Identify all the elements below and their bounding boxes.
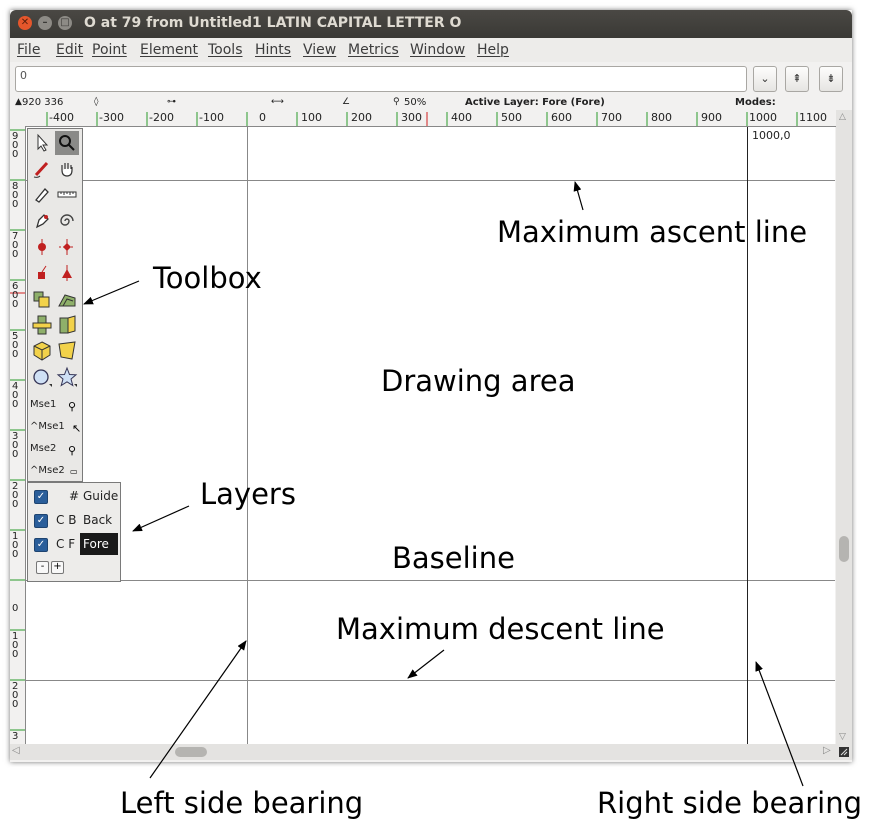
right-bearing-arrow	[755, 661, 804, 787]
toolbox-annotation: Toolbox	[153, 261, 262, 295]
right-bearing-annotation: Right side bearing	[597, 786, 863, 820]
toolbox-arrow	[83, 280, 140, 305]
annotation-arrows	[83, 181, 804, 787]
left-bearing-annotation: Left side bearing	[120, 786, 364, 820]
max-ascent-annotation: Maximum ascent line	[497, 215, 808, 249]
drawing-area-annotation: Drawing area	[381, 364, 576, 398]
layers-annotation: Layers	[200, 477, 296, 511]
baseline-annotation: Baseline	[392, 541, 515, 575]
descent-arrow	[407, 649, 445, 679]
left-bearing-arrow	[149, 640, 247, 779]
ascent-arrow	[573, 181, 584, 211]
layers-arrow	[132, 505, 190, 532]
max-descent-annotation: Maximum descent line	[336, 612, 665, 646]
